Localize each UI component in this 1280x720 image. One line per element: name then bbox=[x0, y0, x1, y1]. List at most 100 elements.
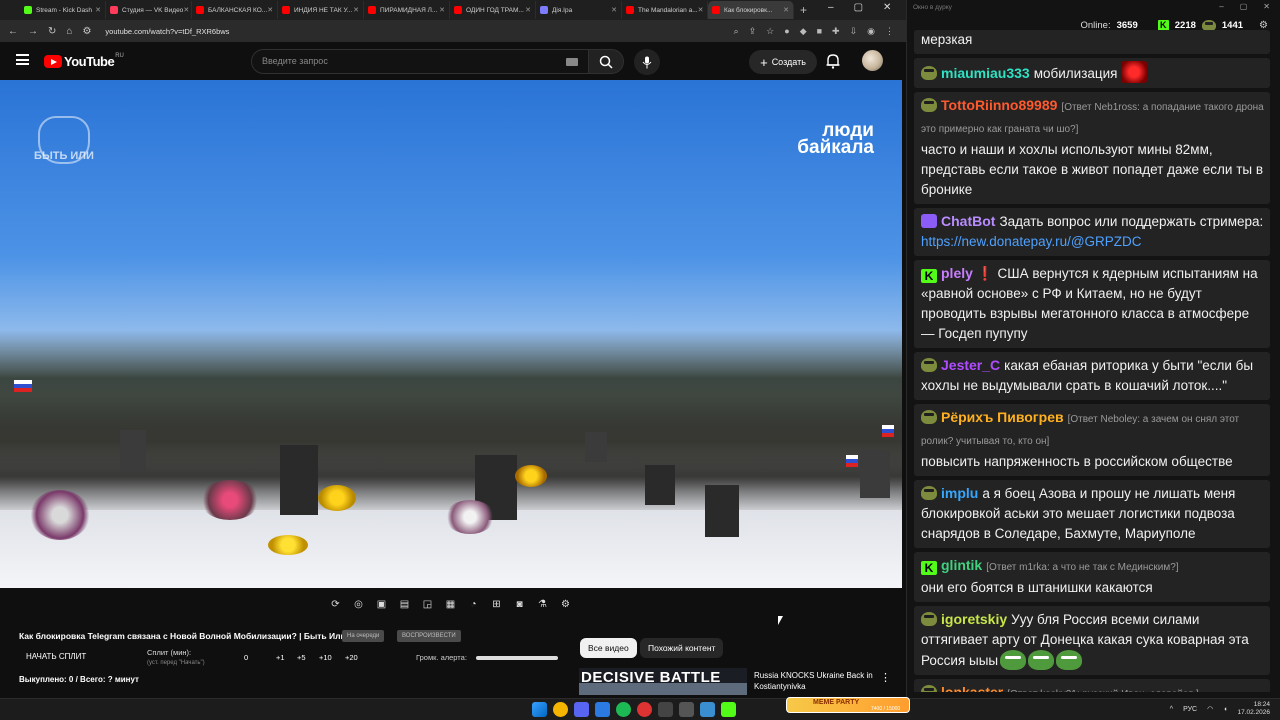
tab-close-icon[interactable]: ✕ bbox=[353, 6, 359, 14]
youtube-logo[interactable]: YouTube RU bbox=[44, 53, 124, 69]
tray-chevron-icon[interactable]: ^ bbox=[1170, 706, 1173, 713]
flask-icon[interactable]: ⚗ bbox=[533, 596, 552, 612]
watch-icon[interactable]: ▣ bbox=[372, 596, 391, 612]
tab-close-icon[interactable]: ✕ bbox=[267, 6, 273, 14]
chat-username[interactable]: Jester_C bbox=[941, 357, 1000, 373]
camera-icon[interactable]: ◙ bbox=[510, 596, 529, 612]
clock[interactable]: 18:24 17.02.2026 bbox=[1237, 701, 1270, 717]
browser-tab[interactable]: Дія.Іра ✕ bbox=[536, 1, 622, 19]
minimize-icon[interactable]: – bbox=[828, 2, 834, 13]
url-field[interactable]: youtube.com/watch?v=tDf_RXR6bws bbox=[105, 27, 723, 36]
network-icon[interactable]: ◠ bbox=[1207, 705, 1213, 713]
bookmark-icon[interactable]: ☆ bbox=[766, 26, 774, 37]
app-icon[interactable] bbox=[700, 702, 715, 717]
profile-icon[interactable]: ◉ bbox=[867, 26, 875, 37]
chip-related[interactable]: Похожий контент bbox=[640, 638, 724, 658]
chat-username[interactable]: Рёрихъ Пивогрев bbox=[941, 409, 1064, 425]
forward-icon[interactable]: → bbox=[28, 26, 38, 37]
chat-username[interactable]: lonkaster bbox=[941, 684, 1003, 692]
search-input[interactable]: Введите запрос bbox=[251, 49, 591, 74]
tab-close-icon[interactable]: ✕ bbox=[183, 6, 189, 14]
chip-all-videos[interactable]: Все видео bbox=[580, 638, 637, 658]
close-icon[interactable]: ✕ bbox=[883, 2, 891, 13]
browser-tab[interactable]: Stream - Kick Dash ✕ bbox=[20, 1, 106, 19]
film-icon[interactable]: ▤ bbox=[395, 596, 414, 612]
discord-icon[interactable] bbox=[574, 702, 589, 717]
crop-icon[interactable]: ⊞ bbox=[487, 596, 506, 612]
picture-in-picture-icon[interactable]: ◲ bbox=[418, 596, 437, 612]
speed-icon[interactable]: ◔ bbox=[464, 596, 483, 612]
settings-icon[interactable]: ⚙ bbox=[1259, 20, 1268, 31]
play-pill[interactable]: ВОСПРОИЗВЕСТИ bbox=[397, 630, 461, 642]
download-icon[interactable]: ⇩ bbox=[850, 26, 858, 37]
queue-pill[interactable]: На очереди bbox=[342, 630, 385, 642]
split-add-20-button[interactable]: +20 bbox=[345, 653, 358, 662]
subtitles-icon[interactable]: ▦ bbox=[441, 596, 460, 612]
volume-icon[interactable]: ◖ bbox=[1223, 706, 1227, 713]
extension-icon[interactable]: ◆ bbox=[800, 26, 807, 37]
back-icon[interactable]: ← bbox=[8, 26, 18, 37]
minimize-icon[interactable]: – bbox=[1219, 2, 1223, 11]
search-button[interactable] bbox=[588, 49, 624, 74]
tab-close-icon[interactable]: ✕ bbox=[611, 6, 617, 14]
browser-tab[interactable]: БАЛКАНСКАЯ КО... ✕ bbox=[192, 1, 278, 19]
chat-username[interactable]: plely bbox=[941, 265, 973, 281]
app-icon[interactable] bbox=[637, 702, 652, 717]
alert-volume-slider[interactable] bbox=[476, 656, 558, 660]
create-button[interactable]: + Создать bbox=[749, 50, 817, 74]
telegram-icon[interactable] bbox=[595, 702, 610, 717]
tab-close-icon[interactable]: ✕ bbox=[525, 6, 531, 14]
split-add-10-button[interactable]: +10 bbox=[319, 653, 332, 662]
share-icon[interactable]: ⇪ bbox=[749, 26, 757, 37]
message-link[interactable]: https://new.donatepay.ru/@GRPZDC bbox=[921, 234, 1142, 249]
extension-icon[interactable]: ● bbox=[784, 26, 789, 37]
chat-username[interactable]: miaumiau333 bbox=[941, 65, 1030, 81]
home-icon[interactable]: ⌂ bbox=[66, 26, 72, 37]
split-add-1-button[interactable]: +1 bbox=[276, 653, 285, 662]
menu-icon[interactable]: ⋮ bbox=[885, 26, 894, 37]
browser-tab[interactable]: ИНДИЯ НЕ ТАК У... ✕ bbox=[278, 1, 364, 19]
reload-icon[interactable]: ↻ bbox=[48, 26, 56, 37]
more-options-icon[interactable]: ⋮ bbox=[880, 671, 891, 684]
menu-icon[interactable] bbox=[16, 54, 29, 65]
video-player[interactable]: БЫТЬ ИЛИ люди байкала bbox=[0, 80, 902, 588]
spotify-icon[interactable] bbox=[616, 702, 631, 717]
chat-username[interactable]: ChatBot bbox=[941, 213, 995, 229]
notifications-button[interactable] bbox=[826, 53, 840, 74]
loop-icon[interactable]: ⟳ bbox=[326, 596, 345, 612]
split-add-5-button[interactable]: +5 bbox=[297, 653, 306, 662]
avatar[interactable] bbox=[862, 50, 883, 71]
kick-icon[interactable] bbox=[721, 702, 736, 717]
extension-icon[interactable]: ■ bbox=[817, 26, 822, 37]
browser-tab[interactable]: ПИРАМИДНАЯ Л... ✕ bbox=[364, 1, 450, 19]
chat-username[interactable]: implu bbox=[941, 485, 978, 501]
maximize-icon[interactable]: ▢ bbox=[1240, 2, 1248, 11]
chat-username[interactable]: TottoRiinno89989 bbox=[941, 97, 1057, 113]
chat-username[interactable]: igoretskiy bbox=[941, 611, 1007, 627]
browser-tab[interactable]: The Mandalorian a... ✕ bbox=[622, 1, 708, 19]
zoom-icon[interactable]: ⌕ bbox=[734, 26, 739, 37]
broadcast-icon[interactable]: ◎ bbox=[349, 596, 368, 612]
tab-close-icon[interactable]: ✕ bbox=[783, 6, 789, 14]
tab-close-icon[interactable]: ✕ bbox=[698, 6, 704, 14]
app-icon[interactable] bbox=[658, 702, 673, 717]
browser-tab[interactable]: Как блокировк... ✕ bbox=[708, 1, 794, 19]
settings-icon[interactable]: ⚙ bbox=[556, 596, 575, 612]
meme-party-widget[interactable]: MEME PARTY 7400 / 15000 bbox=[786, 697, 910, 713]
start-split-button[interactable]: НАЧАТЬ СПЛИТ bbox=[26, 652, 86, 661]
browser-tab[interactable]: ОДИН ГОД ТРАМ... ✕ bbox=[450, 1, 536, 19]
chat-username[interactable]: glintik bbox=[941, 557, 982, 573]
site-info-icon[interactable]: ⚙ bbox=[82, 26, 91, 37]
chrome-icon[interactable] bbox=[553, 702, 568, 717]
new-tab-icon[interactable]: + bbox=[800, 3, 807, 17]
puzzle-icon[interactable]: ✚ bbox=[832, 26, 840, 37]
windows-start-icon[interactable] bbox=[532, 702, 547, 717]
app-icon[interactable] bbox=[679, 702, 694, 717]
recommended-thumbnail[interactable]: DECISIVE BATTLE bbox=[579, 668, 747, 695]
close-icon[interactable]: ✕ bbox=[1263, 2, 1270, 11]
maximize-icon[interactable]: ▢ bbox=[854, 2, 863, 13]
recommended-title[interactable]: Russia KNOCKS Ukraine Back in Kostiantyn… bbox=[754, 670, 880, 692]
language-indicator[interactable]: РУС bbox=[1183, 706, 1197, 713]
tab-close-icon[interactable]: ✕ bbox=[95, 6, 101, 14]
voice-search-button[interactable] bbox=[634, 49, 660, 75]
